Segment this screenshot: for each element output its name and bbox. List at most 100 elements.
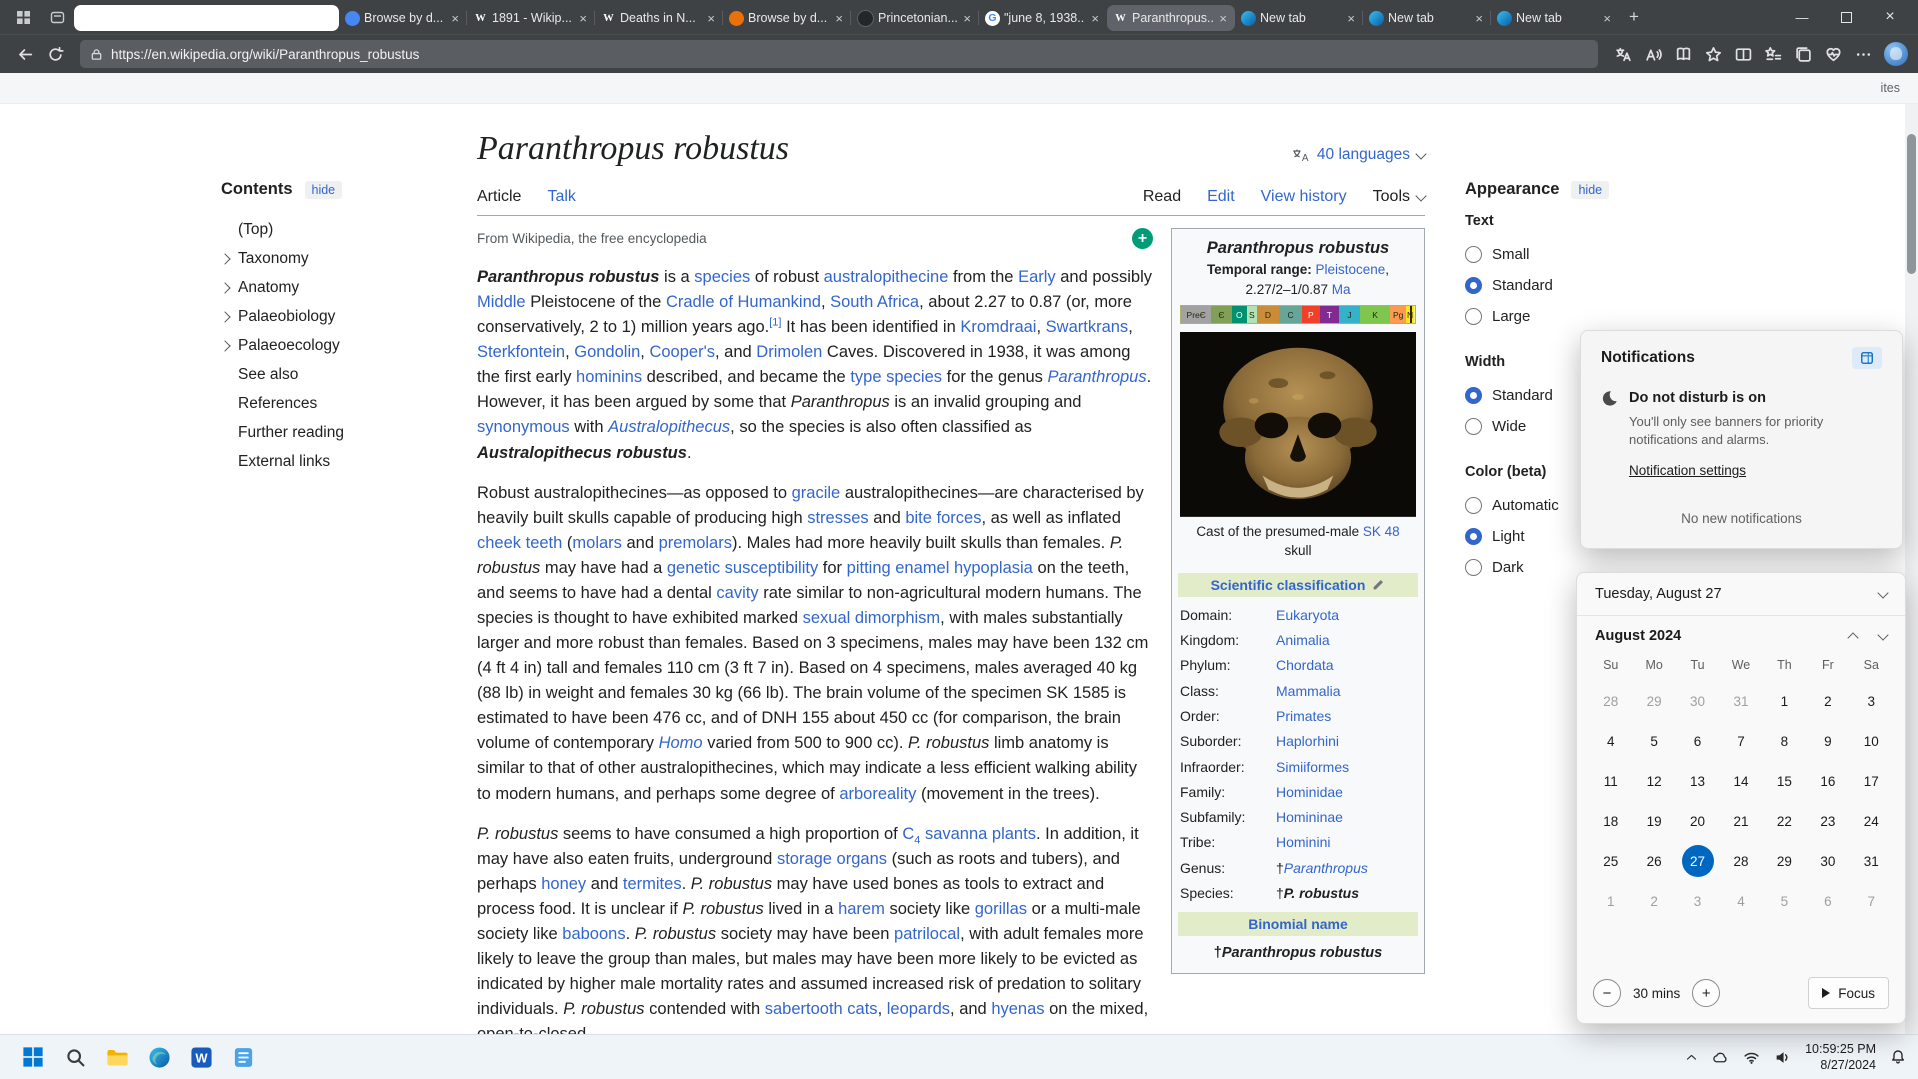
calendar-day[interactable]: 28 (1719, 842, 1762, 880)
calendar-day[interactable]: 24 (1850, 802, 1893, 840)
toc-item[interactable]: Palaeoecology (219, 331, 433, 360)
chevron-right-icon[interactable] (219, 252, 231, 265)
calendar-next-icon[interactable] (1877, 628, 1889, 641)
wiki-link[interactable]: C (902, 825, 914, 843)
scrollbar-thumb[interactable] (1907, 134, 1916, 274)
good-article-icon[interactable]: + (1132, 228, 1153, 249)
back-icon[interactable] (10, 39, 40, 69)
new-tab-button[interactable]: + (1619, 7, 1649, 27)
onedrive-icon[interactable] (1712, 1049, 1729, 1066)
wiki-link[interactable]: storage organs (777, 850, 887, 868)
wiki-link[interactable]: Homo (659, 734, 703, 752)
chevron-right-icon[interactable] (219, 339, 231, 352)
taxonomy-link[interactable]: Hominini (1276, 834, 1330, 850)
calendar-prev-icon[interactable] (1847, 631, 1859, 644)
classification-header-link[interactable]: Scientific classification (1211, 577, 1366, 593)
calendar-day[interactable]: 7 (1850, 882, 1893, 920)
translate-icon[interactable] (1608, 39, 1638, 69)
calendar-day[interactable]: 19 (1632, 802, 1675, 840)
taxonomy-link[interactable]: Mammalia (1276, 683, 1341, 699)
tab-close-icon[interactable]: × (1217, 11, 1229, 26)
browser-tab[interactable]: Princetonian... × (850, 5, 979, 31)
radio-button[interactable] (1465, 277, 1482, 294)
appearance-option-standard[interactable]: Standard (1465, 270, 1715, 301)
wiki-link[interactable]: Cradle of Humankind (666, 293, 821, 311)
wiki-link[interactable]: premolars (659, 534, 732, 552)
tab-close-icon[interactable]: × (449, 11, 461, 26)
browser-tab[interactable]: W 1891 - Wikip... × (466, 5, 595, 31)
calendar-day[interactable]: 20 (1676, 802, 1719, 840)
article-tab-read[interactable]: Read (1143, 184, 1181, 215)
wifi-icon[interactable] (1743, 1049, 1760, 1066)
wiki-link[interactable]: species (694, 268, 750, 286)
contents-hide-button[interactable]: hide (304, 180, 343, 199)
focus-increase-button[interactable]: + (1692, 979, 1721, 1007)
wiki-link[interactable]: Australopithecus (608, 418, 730, 436)
radio-button[interactable] (1465, 559, 1482, 576)
temporal-range-link[interactable]: Pleistocene (1315, 262, 1385, 277)
calendar-day[interactable]: 5 (1632, 722, 1675, 760)
wiki-link[interactable]: genetic susceptibility (667, 559, 818, 577)
taskbar-clock[interactable]: 10:59:25 PM 8/27/2024 (1805, 1041, 1876, 1074)
notification-settings-link[interactable]: Notification settings (1629, 463, 1882, 478)
browser-tab[interactable]: Browse by d... × (338, 5, 467, 31)
calendar-day[interactable]: 10 (1850, 722, 1893, 760)
settings-icon[interactable] (1848, 39, 1878, 69)
chevron-right-icon[interactable] (219, 281, 231, 294)
wiki-link[interactable]: bite forces (905, 509, 981, 527)
minimize-button[interactable]: — (1780, 0, 1824, 34)
file-explorer-icon[interactable] (96, 1038, 138, 1076)
calendar-day[interactable]: 3 (1850, 682, 1893, 720)
wiki-link[interactable]: gracile (792, 484, 841, 502)
calendar-day[interactable]: 25 (1589, 842, 1632, 880)
refresh-icon[interactable] (40, 39, 70, 69)
wiki-link[interactable]: [1] (769, 317, 781, 329)
favorites-icon[interactable] (1758, 39, 1788, 69)
calendar-day[interactable]: 1 (1589, 882, 1632, 920)
wiki-link[interactable]: arboreality (839, 785, 916, 803)
browser-tab[interactable]: W Paranthropus... × (1107, 5, 1235, 31)
calendar-day[interactable]: 18 (1589, 802, 1632, 840)
calendar-day[interactable]: 29 (1632, 682, 1675, 720)
notification-options-icon[interactable] (1852, 347, 1882, 369)
browser-tab[interactable]: G "june 8, 1938... × (978, 5, 1107, 31)
calendar-day[interactable]: 30 (1806, 842, 1849, 880)
article-tab-edit[interactable]: Edit (1207, 184, 1235, 215)
wiki-link[interactable]: termites (623, 875, 682, 893)
radio-button[interactable] (1465, 528, 1482, 545)
wiki-link[interactable]: Cooper's (649, 343, 715, 361)
calendar-day[interactable]: 27 (1676, 842, 1719, 880)
add-favorite-icon[interactable] (1698, 39, 1728, 69)
chevron-right-icon[interactable] (219, 310, 231, 323)
page-scrollbar[interactable] (1905, 104, 1918, 1036)
read-aloud-icon[interactable] (1638, 39, 1668, 69)
wiki-link[interactable]: molars (572, 534, 622, 552)
calendar-day[interactable]: 3 (1676, 882, 1719, 920)
calendar-day[interactable]: 31 (1850, 842, 1893, 880)
calendar-day[interactable]: 12 (1632, 762, 1675, 800)
wiki-link[interactable]: gorillas (975, 900, 1027, 918)
calendar-day[interactable]: 28 (1589, 682, 1632, 720)
calendar-day[interactable]: 1 (1763, 682, 1806, 720)
calendar-day[interactable]: 31 (1719, 682, 1762, 720)
browser-tab[interactable]: New tab × (1490, 5, 1619, 31)
article-tab-talk[interactable]: Talk (547, 184, 575, 215)
focus-button[interactable]: Focus (1808, 977, 1889, 1009)
wiki-link[interactable]: synonymous (477, 418, 570, 436)
taxonomy-link[interactable]: Hominidae (1276, 784, 1343, 800)
calendar-day[interactable]: 6 (1806, 882, 1849, 920)
browser-tab[interactable]: New tab × (1362, 5, 1491, 31)
wiki-link[interactable]: Early (1018, 268, 1056, 286)
taxonomy-link[interactable]: Paranthropus (1284, 860, 1368, 876)
taxonomy-link[interactable]: Homininae (1276, 809, 1343, 825)
radio-button[interactable] (1465, 308, 1482, 325)
wiki-link[interactable]: Gondolin (574, 343, 640, 361)
browser-tab[interactable]: Browse by d... × (722, 5, 851, 31)
calendar-day[interactable]: 15 (1763, 762, 1806, 800)
taxonomy-link[interactable]: Simiiformes (1276, 759, 1349, 775)
radio-button[interactable] (1465, 246, 1482, 263)
taxonomy-link[interactable]: Eukaryota (1276, 607, 1339, 623)
calendar-day[interactable]: 2 (1806, 682, 1849, 720)
wiki-link[interactable]: Swartkrans (1046, 318, 1129, 336)
radio-button[interactable] (1465, 387, 1482, 404)
